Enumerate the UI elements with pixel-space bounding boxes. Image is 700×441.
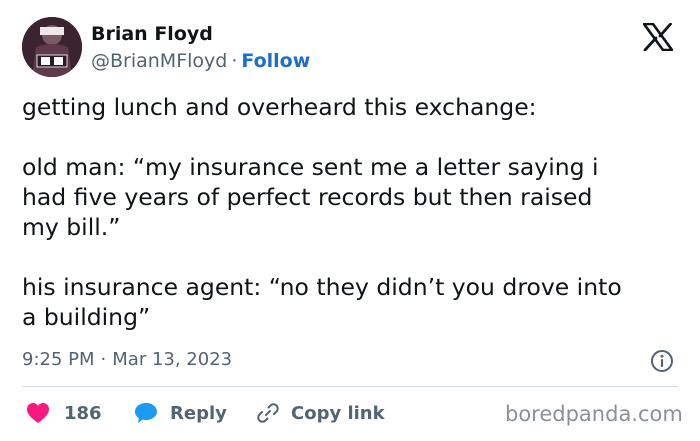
tweet-line: had five years of perfect records but th… — [22, 183, 593, 211]
copy-link-button[interactable]: Copy link — [257, 398, 385, 428]
timestamp-date: Mar 13, 2023 — [112, 349, 233, 370]
watermark: boredpanda.com — [505, 402, 683, 426]
heart-icon — [27, 403, 49, 423]
tweet-line: his insurance agent: “no they didn’t you… — [22, 273, 622, 301]
x-logo-icon[interactable] — [643, 23, 673, 51]
tweet-line: a building” — [22, 303, 151, 331]
reply-label: Reply — [170, 402, 227, 424]
author-handle[interactable]: @BrianMFloyd — [91, 50, 227, 72]
link-icon — [257, 403, 279, 423]
divider — [22, 386, 678, 387]
avatar[interactable] — [22, 17, 82, 77]
timestamp-separator: · — [100, 349, 107, 370]
author-name[interactable]: Brian Floyd — [91, 23, 213, 45]
tweet-line: old man: “my insurance sent me a letter … — [22, 153, 599, 181]
tweet-text: getting lunch and overheard this exchang… — [22, 92, 682, 332]
author-handle-row: @BrianMFloyd · Follow — [91, 50, 310, 72]
speech-bubble-icon — [135, 403, 157, 423]
reply-button[interactable]: Reply — [134, 398, 227, 428]
follow-button[interactable]: Follow — [241, 50, 310, 72]
copy-link-label: Copy link — [291, 402, 385, 424]
avatar-image — [22, 17, 82, 77]
tweet-card: Brian Floyd @BrianMFloyd · Follow getting … — [0, 0, 700, 441]
info-icon[interactable] — [650, 349, 674, 373]
handle-separator: · — [231, 50, 238, 72]
timestamp[interactable]: 9:25 PM · Mar 13, 2023 — [22, 349, 232, 370]
timestamp-time: 9:25 PM — [22, 349, 95, 370]
tweet-line: my bill.” — [22, 213, 121, 241]
tweet-line: getting lunch and overheard this exchang… — [22, 93, 537, 121]
like-button[interactable]: 186 — [26, 398, 102, 428]
like-count: 186 — [64, 402, 102, 424]
